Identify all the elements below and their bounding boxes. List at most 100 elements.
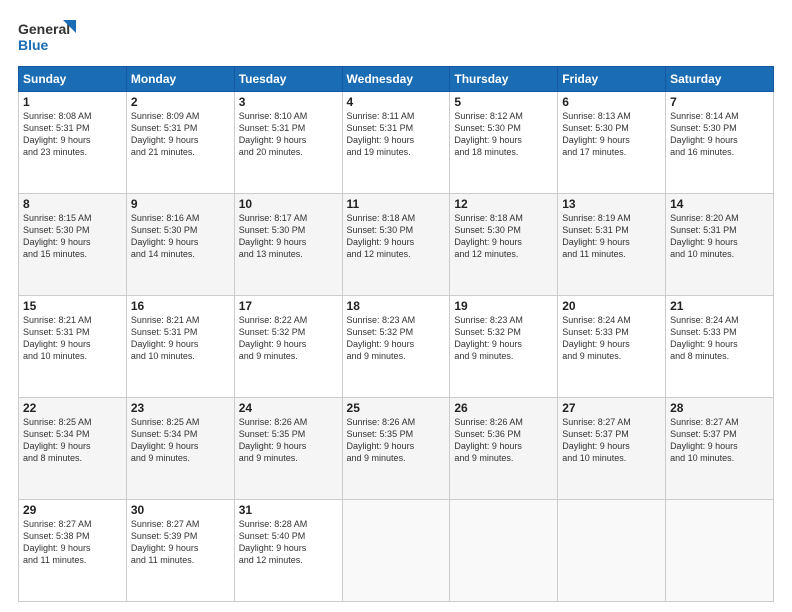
svg-text:General: General bbox=[18, 21, 70, 37]
calendar-cell: 8Sunrise: 8:15 AM Sunset: 5:30 PM Daylig… bbox=[19, 194, 127, 296]
day-number: 4 bbox=[347, 95, 446, 109]
day-number: 10 bbox=[239, 197, 338, 211]
cell-info: Sunrise: 8:17 AM Sunset: 5:30 PM Dayligh… bbox=[239, 212, 338, 261]
calendar-cell: 11Sunrise: 8:18 AM Sunset: 5:30 PM Dayli… bbox=[342, 194, 450, 296]
cell-info: Sunrise: 8:18 AM Sunset: 5:30 PM Dayligh… bbox=[347, 212, 446, 261]
cell-info: Sunrise: 8:21 AM Sunset: 5:31 PM Dayligh… bbox=[131, 314, 230, 363]
calendar-cell: 18Sunrise: 8:23 AM Sunset: 5:32 PM Dayli… bbox=[342, 296, 450, 398]
weekday-header-saturday: Saturday bbox=[666, 67, 774, 92]
week-row-2: 15Sunrise: 8:21 AM Sunset: 5:31 PM Dayli… bbox=[19, 296, 774, 398]
calendar-cell bbox=[450, 500, 558, 602]
cell-info: Sunrise: 8:16 AM Sunset: 5:30 PM Dayligh… bbox=[131, 212, 230, 261]
calendar-cell: 20Sunrise: 8:24 AM Sunset: 5:33 PM Dayli… bbox=[558, 296, 666, 398]
cell-info: Sunrise: 8:11 AM Sunset: 5:31 PM Dayligh… bbox=[347, 110, 446, 159]
day-number: 30 bbox=[131, 503, 230, 517]
cell-info: Sunrise: 8:27 AM Sunset: 5:39 PM Dayligh… bbox=[131, 518, 230, 567]
day-number: 14 bbox=[670, 197, 769, 211]
calendar-cell: 22Sunrise: 8:25 AM Sunset: 5:34 PM Dayli… bbox=[19, 398, 127, 500]
day-number: 22 bbox=[23, 401, 122, 415]
svg-text:Blue: Blue bbox=[18, 37, 49, 53]
calendar-cell: 13Sunrise: 8:19 AM Sunset: 5:31 PM Dayli… bbox=[558, 194, 666, 296]
calendar-cell: 10Sunrise: 8:17 AM Sunset: 5:30 PM Dayli… bbox=[234, 194, 342, 296]
cell-info: Sunrise: 8:25 AM Sunset: 5:34 PM Dayligh… bbox=[23, 416, 122, 465]
cell-info: Sunrise: 8:26 AM Sunset: 5:35 PM Dayligh… bbox=[239, 416, 338, 465]
day-number: 23 bbox=[131, 401, 230, 415]
cell-info: Sunrise: 8:27 AM Sunset: 5:37 PM Dayligh… bbox=[562, 416, 661, 465]
day-number: 16 bbox=[131, 299, 230, 313]
day-number: 21 bbox=[670, 299, 769, 313]
calendar-cell: 3Sunrise: 8:10 AM Sunset: 5:31 PM Daylig… bbox=[234, 92, 342, 194]
calendar-cell: 29Sunrise: 8:27 AM Sunset: 5:38 PM Dayli… bbox=[19, 500, 127, 602]
day-number: 26 bbox=[454, 401, 553, 415]
day-number: 3 bbox=[239, 95, 338, 109]
day-number: 12 bbox=[454, 197, 553, 211]
week-row-4: 29Sunrise: 8:27 AM Sunset: 5:38 PM Dayli… bbox=[19, 500, 774, 602]
cell-info: Sunrise: 8:15 AM Sunset: 5:30 PM Dayligh… bbox=[23, 212, 122, 261]
day-number: 29 bbox=[23, 503, 122, 517]
calendar-cell bbox=[342, 500, 450, 602]
cell-info: Sunrise: 8:27 AM Sunset: 5:38 PM Dayligh… bbox=[23, 518, 122, 567]
cell-info: Sunrise: 8:24 AM Sunset: 5:33 PM Dayligh… bbox=[670, 314, 769, 363]
calendar-page: GeneralBlue SundayMondayTuesdayWednesday… bbox=[0, 0, 792, 612]
cell-info: Sunrise: 8:23 AM Sunset: 5:32 PM Dayligh… bbox=[347, 314, 446, 363]
cell-info: Sunrise: 8:19 AM Sunset: 5:31 PM Dayligh… bbox=[562, 212, 661, 261]
calendar-cell bbox=[558, 500, 666, 602]
calendar-cell: 4Sunrise: 8:11 AM Sunset: 5:31 PM Daylig… bbox=[342, 92, 450, 194]
calendar-cell: 27Sunrise: 8:27 AM Sunset: 5:37 PM Dayli… bbox=[558, 398, 666, 500]
cell-info: Sunrise: 8:28 AM Sunset: 5:40 PM Dayligh… bbox=[239, 518, 338, 567]
day-number: 19 bbox=[454, 299, 553, 313]
calendar-cell: 2Sunrise: 8:09 AM Sunset: 5:31 PM Daylig… bbox=[126, 92, 234, 194]
weekday-header-tuesday: Tuesday bbox=[234, 67, 342, 92]
page-header: GeneralBlue bbox=[18, 18, 774, 56]
calendar-cell: 1Sunrise: 8:08 AM Sunset: 5:31 PM Daylig… bbox=[19, 92, 127, 194]
day-number: 15 bbox=[23, 299, 122, 313]
week-row-0: 1Sunrise: 8:08 AM Sunset: 5:31 PM Daylig… bbox=[19, 92, 774, 194]
calendar-cell: 30Sunrise: 8:27 AM Sunset: 5:39 PM Dayli… bbox=[126, 500, 234, 602]
calendar-cell: 31Sunrise: 8:28 AM Sunset: 5:40 PM Dayli… bbox=[234, 500, 342, 602]
calendar-cell bbox=[666, 500, 774, 602]
cell-info: Sunrise: 8:26 AM Sunset: 5:36 PM Dayligh… bbox=[454, 416, 553, 465]
cell-info: Sunrise: 8:20 AM Sunset: 5:31 PM Dayligh… bbox=[670, 212, 769, 261]
calendar-cell: 17Sunrise: 8:22 AM Sunset: 5:32 PM Dayli… bbox=[234, 296, 342, 398]
cell-info: Sunrise: 8:24 AM Sunset: 5:33 PM Dayligh… bbox=[562, 314, 661, 363]
day-number: 6 bbox=[562, 95, 661, 109]
day-number: 13 bbox=[562, 197, 661, 211]
cell-info: Sunrise: 8:18 AM Sunset: 5:30 PM Dayligh… bbox=[454, 212, 553, 261]
cell-info: Sunrise: 8:13 AM Sunset: 5:30 PM Dayligh… bbox=[562, 110, 661, 159]
day-number: 2 bbox=[131, 95, 230, 109]
calendar-cell: 23Sunrise: 8:25 AM Sunset: 5:34 PM Dayli… bbox=[126, 398, 234, 500]
day-number: 24 bbox=[239, 401, 338, 415]
logo-svg: GeneralBlue bbox=[18, 18, 78, 56]
calendar-cell: 6Sunrise: 8:13 AM Sunset: 5:30 PM Daylig… bbox=[558, 92, 666, 194]
calendar-cell: 12Sunrise: 8:18 AM Sunset: 5:30 PM Dayli… bbox=[450, 194, 558, 296]
calendar-cell: 15Sunrise: 8:21 AM Sunset: 5:31 PM Dayli… bbox=[19, 296, 127, 398]
calendar-cell: 24Sunrise: 8:26 AM Sunset: 5:35 PM Dayli… bbox=[234, 398, 342, 500]
cell-info: Sunrise: 8:21 AM Sunset: 5:31 PM Dayligh… bbox=[23, 314, 122, 363]
weekday-header-wednesday: Wednesday bbox=[342, 67, 450, 92]
weekday-header-monday: Monday bbox=[126, 67, 234, 92]
weekday-header-friday: Friday bbox=[558, 67, 666, 92]
cell-info: Sunrise: 8:14 AM Sunset: 5:30 PM Dayligh… bbox=[670, 110, 769, 159]
day-number: 25 bbox=[347, 401, 446, 415]
day-number: 9 bbox=[131, 197, 230, 211]
weekday-header-sunday: Sunday bbox=[19, 67, 127, 92]
calendar-cell: 7Sunrise: 8:14 AM Sunset: 5:30 PM Daylig… bbox=[666, 92, 774, 194]
cell-info: Sunrise: 8:27 AM Sunset: 5:37 PM Dayligh… bbox=[670, 416, 769, 465]
calendar-cell: 9Sunrise: 8:16 AM Sunset: 5:30 PM Daylig… bbox=[126, 194, 234, 296]
calendar-cell: 21Sunrise: 8:24 AM Sunset: 5:33 PM Dayli… bbox=[666, 296, 774, 398]
cell-info: Sunrise: 8:22 AM Sunset: 5:32 PM Dayligh… bbox=[239, 314, 338, 363]
day-number: 11 bbox=[347, 197, 446, 211]
logo: GeneralBlue bbox=[18, 18, 78, 56]
day-number: 5 bbox=[454, 95, 553, 109]
cell-info: Sunrise: 8:26 AM Sunset: 5:35 PM Dayligh… bbox=[347, 416, 446, 465]
day-number: 31 bbox=[239, 503, 338, 517]
day-number: 28 bbox=[670, 401, 769, 415]
day-number: 17 bbox=[239, 299, 338, 313]
week-row-1: 8Sunrise: 8:15 AM Sunset: 5:30 PM Daylig… bbox=[19, 194, 774, 296]
weekday-header-thursday: Thursday bbox=[450, 67, 558, 92]
cell-info: Sunrise: 8:23 AM Sunset: 5:32 PM Dayligh… bbox=[454, 314, 553, 363]
calendar-cell: 26Sunrise: 8:26 AM Sunset: 5:36 PM Dayli… bbox=[450, 398, 558, 500]
cell-info: Sunrise: 8:10 AM Sunset: 5:31 PM Dayligh… bbox=[239, 110, 338, 159]
calendar-cell: 14Sunrise: 8:20 AM Sunset: 5:31 PM Dayli… bbox=[666, 194, 774, 296]
day-number: 18 bbox=[347, 299, 446, 313]
